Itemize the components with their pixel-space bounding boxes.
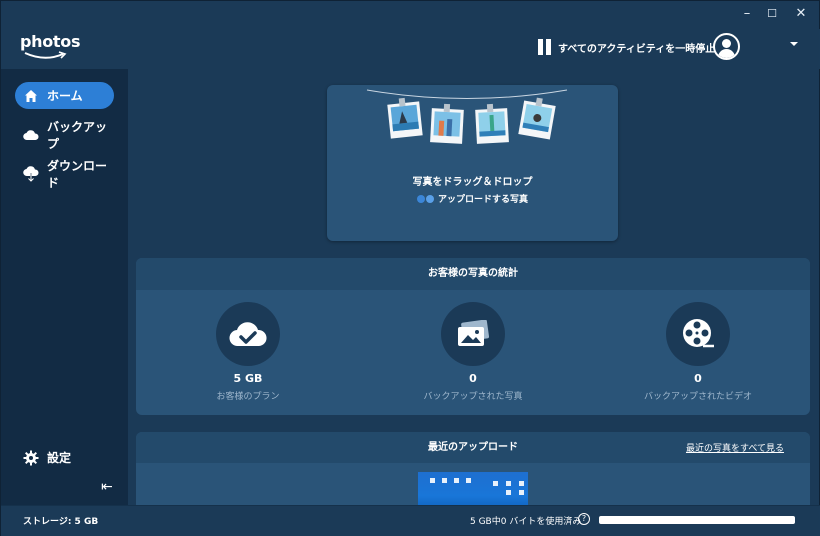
film-reel-icon (666, 302, 730, 366)
stat-label: バックアップされた写真 (423, 392, 523, 402)
title-bar: – ☐ ✕ (1, 1, 820, 29)
user-avatar-icon[interactable] (713, 33, 740, 60)
drop-zone-subtitle-text: アップロードする写真 (437, 195, 528, 205)
chevron-down-icon[interactable] (790, 42, 798, 46)
stat-label: お客様のプラン (216, 392, 280, 402)
pause-all-label: すべてのアクティビティを一時停止 (558, 43, 716, 55)
drop-zone-subtitle: アップロードする写真 (327, 192, 618, 205)
cloud-download-icon (23, 165, 39, 182)
maximize-button[interactable]: ☐ (759, 3, 785, 25)
sidebar-item-download[interactable]: ダウンロード (15, 159, 114, 190)
app-logo: photos (20, 32, 81, 51)
stats-title: お客様の写真の統計 (136, 258, 810, 290)
see-all-recent-link[interactable]: 最近の写真をすべて見る (686, 441, 784, 454)
recent-uploads-card: 最近のアップロード 最近の写真をすべて見る (136, 432, 810, 512)
stat-value: 0 (694, 372, 702, 385)
sidebar-item-backup[interactable]: バックアップ (15, 120, 114, 151)
sidebar: ホーム バックアップ ダウンロード 設定 ⇤ (1, 69, 128, 505)
home-icon (23, 88, 39, 104)
stat-photos: 0 バックアップされた写真 (373, 302, 573, 402)
photo-icon (441, 302, 505, 366)
sidebar-item-settings[interactable]: 設定 (15, 444, 114, 471)
stat-value: 5 GB (233, 372, 263, 385)
sidebar-item-label: ダウンロード (47, 158, 108, 190)
collapse-sidebar-icon[interactable]: ⇤ (101, 479, 117, 495)
stat-value: 0 (469, 372, 477, 385)
gear-icon (23, 450, 39, 466)
app-header: photos すべてのアクティビティを一時停止 (1, 29, 820, 69)
cloud-check-icon (216, 302, 280, 366)
drop-zone-title: 写真をドラッグ＆ドロップ (412, 177, 533, 188)
usage-label: 5 GB中0 バイトを使用済み (470, 517, 582, 527)
photo-stats-card: お客様の写真の統計 5 GB お客様のプラン 0 バックアップされた写真 0 バ… (136, 258, 810, 415)
storage-label: ストレージ: 5 GB (23, 517, 99, 527)
pause-all-button[interactable]: すべてのアクティビティを一時停止 (538, 37, 715, 57)
stat-plan: 5 GB お客様のプラン (148, 302, 348, 402)
minimize-button[interactable]: – (734, 3, 760, 25)
sidebar-item-home[interactable]: ホーム (15, 82, 114, 109)
cloud-icon (23, 127, 39, 143)
stat-label: バックアップされたビデオ (643, 392, 752, 402)
storage-usage-bar (599, 516, 795, 524)
drop-zone[interactable]: 写真をドラッグ＆ドロップ アップロードする写真 (327, 85, 618, 241)
upload-dots-icon (416, 194, 434, 203)
help-icon[interactable]: ? (578, 513, 590, 525)
settings-label: 設定 (47, 451, 72, 465)
hanging-photos-icon (366, 89, 568, 144)
status-bar: ストレージ: 5 GB 5 GB中0 バイトを使用済み ? (1, 505, 820, 536)
sidebar-item-label: バックアップ (47, 119, 108, 151)
logo-smile-icon (24, 51, 67, 59)
stat-videos: 0 バックアップされたビデオ (598, 302, 798, 402)
sidebar-item-label: ホーム (47, 89, 83, 103)
pause-icon (538, 39, 551, 55)
close-button[interactable]: ✕ (788, 3, 814, 25)
main-content: 写真をドラッグ＆ドロップ アップロードする写真 お客様の写真の統計 5 GB お… (128, 69, 819, 512)
